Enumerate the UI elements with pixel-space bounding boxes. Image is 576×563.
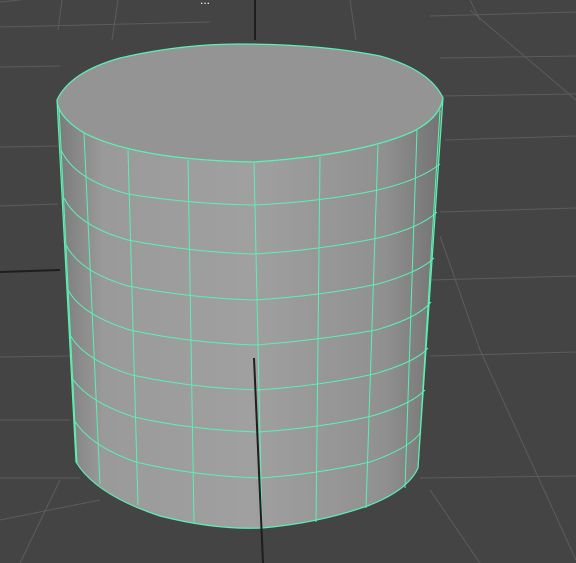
maya-viewport-panel[interactable]: ... — [0, 0, 576, 563]
viewport-scene[interactable] — [0, 0, 576, 563]
cylinder-side-surface[interactable] — [56, 97, 444, 529]
viewport-camera-label: ... — [200, 0, 211, 7]
